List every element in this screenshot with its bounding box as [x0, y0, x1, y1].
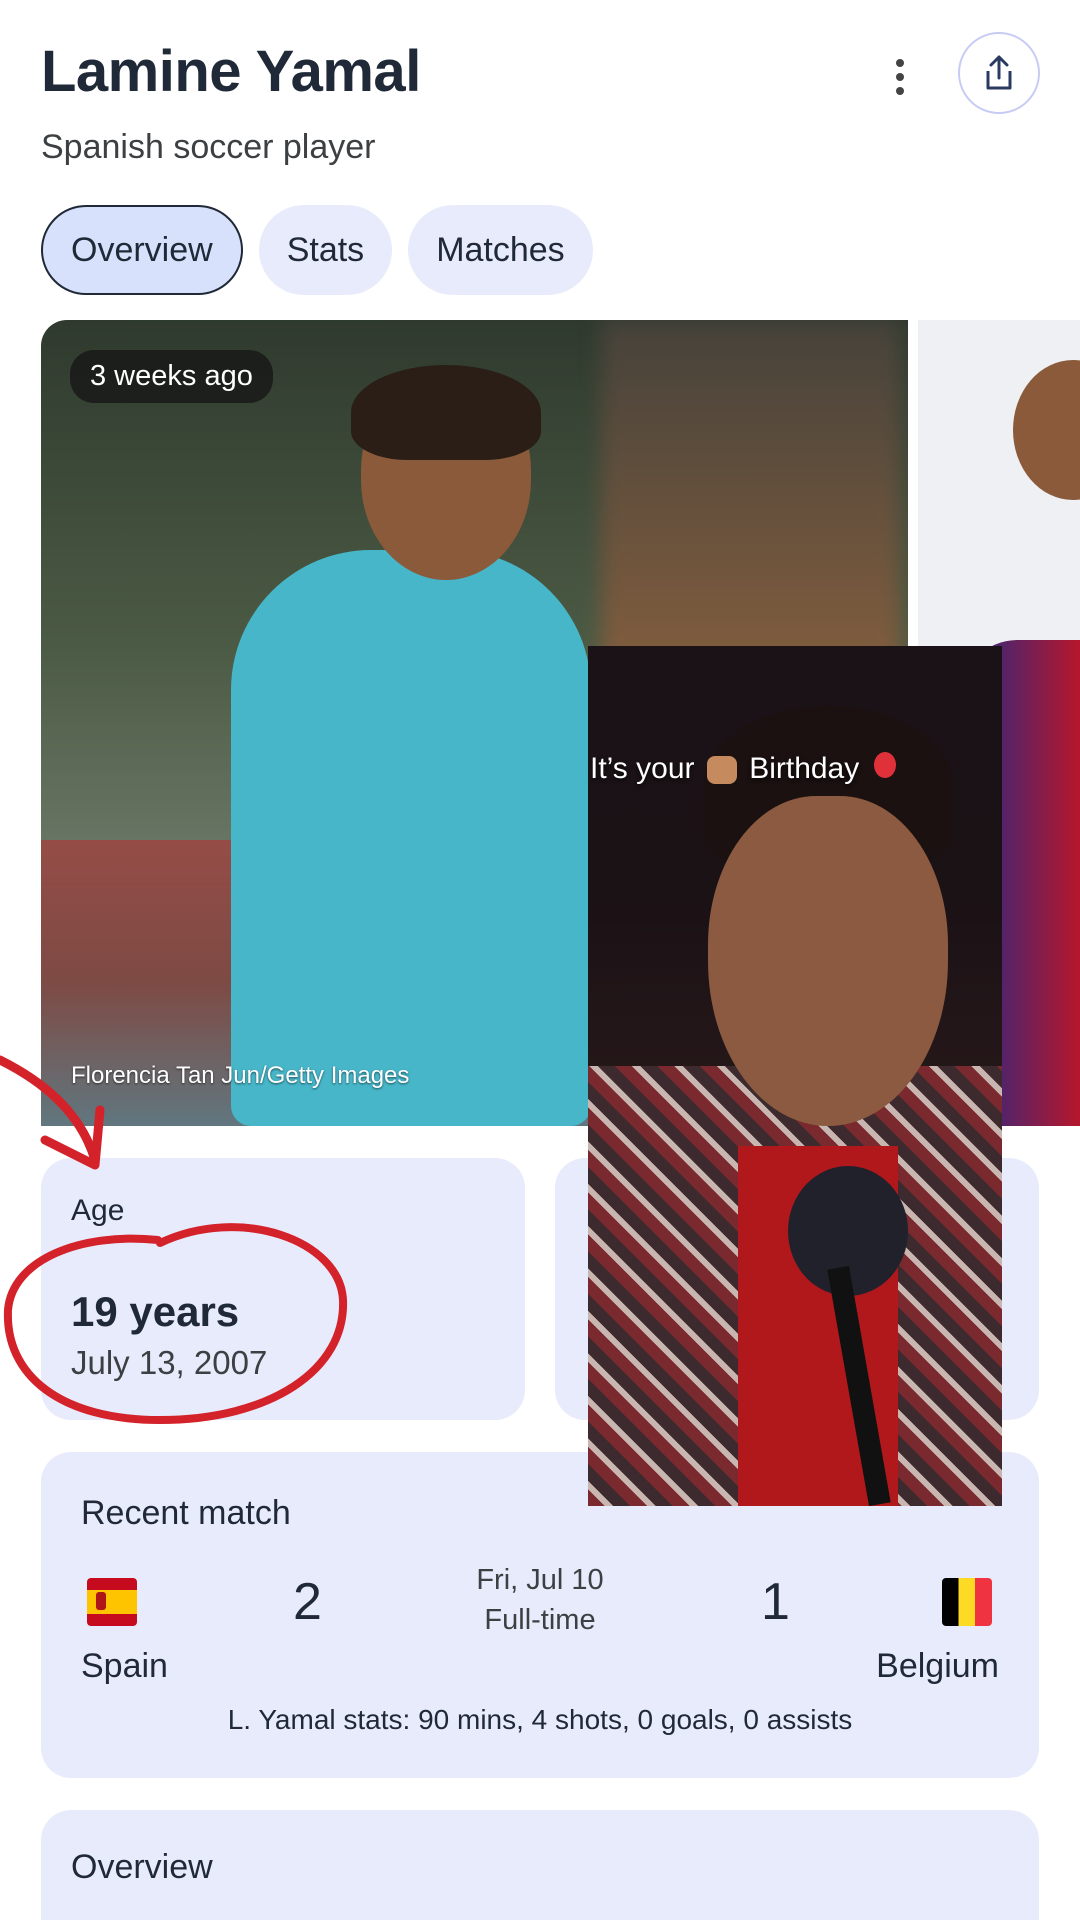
- age-label: Age: [71, 1194, 125, 1227]
- caption-part2: Birthday: [749, 752, 860, 785]
- tab-stats[interactable]: Stats: [258, 205, 393, 295]
- age-value: 19 years: [71, 1288, 240, 1335]
- tab-bar: Overview Stats Matches: [41, 205, 593, 295]
- birth-date: July 13, 2007: [71, 1344, 268, 1381]
- player-hair: [351, 365, 541, 460]
- match-status: Full-time: [484, 1604, 596, 1636]
- photo-time-badge: 3 weeks ago: [70, 350, 273, 403]
- more-options-button[interactable]: [878, 52, 922, 102]
- overlay-video[interactable]: It’s your Birthday: [588, 646, 1002, 1506]
- photo-credit: Florencia Tan Jun/Getty Images: [71, 1062, 410, 1089]
- caption-part1: It’s your: [590, 752, 695, 785]
- overlay-face: [708, 796, 948, 1126]
- fist-emoji-icon: [706, 756, 737, 785]
- age-card[interactable]: Age 19 years July 13, 2007: [41, 1158, 525, 1420]
- recent-match-title: Recent match: [81, 1494, 291, 1532]
- overview-section: Overview: [41, 1810, 1039, 1920]
- player-match-stats: L. Yamal stats: 90 mins, 4 shots, 0 goal…: [227, 1704, 853, 1735]
- match-date: Fri, Jul 10: [476, 1564, 604, 1596]
- share-icon: [986, 55, 1012, 90]
- page-title: Lamine Yamal: [41, 39, 421, 104]
- player-shirt: [231, 550, 591, 1126]
- more-vert-icon-dot: [896, 87, 904, 95]
- away-team: Belgium: [876, 1647, 999, 1685]
- overview-title: Overview: [71, 1848, 213, 1886]
- tab-overview[interactable]: Overview: [41, 205, 243, 295]
- next-photo-head: [1013, 360, 1080, 500]
- tab-matches[interactable]: Matches: [408, 205, 593, 295]
- more-vert-icon: [896, 59, 904, 67]
- balloon-emoji-icon: [873, 752, 896, 778]
- more-vert-icon-dot: [896, 73, 904, 81]
- share-button[interactable]: [958, 32, 1040, 114]
- home-team: Spain: [81, 1647, 168, 1685]
- page-subtitle: Spanish soccer player: [41, 128, 376, 166]
- overlay-caption: It’s your Birthday: [588, 752, 1002, 786]
